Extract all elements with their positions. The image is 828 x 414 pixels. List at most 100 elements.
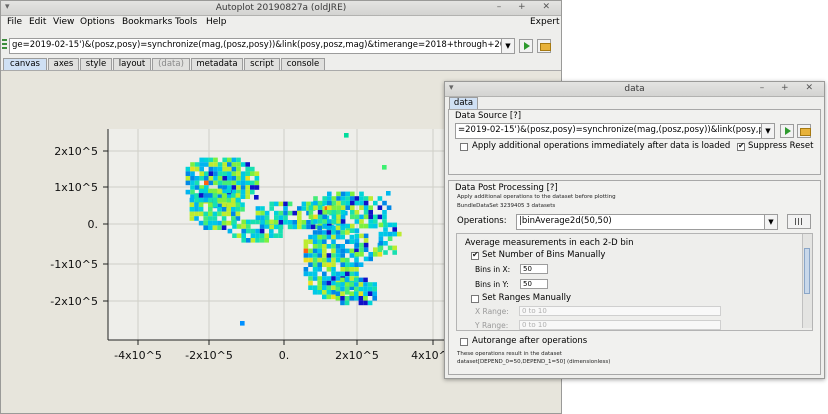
data-go-button[interactable] [780,124,794,138]
data-source-uri: =2019-02-15')&(posz,posy)=synchronize(ma… [458,125,775,135]
apply-operations-checkbox[interactable] [460,143,468,151]
bin-cell [250,180,255,186]
result-line-2: dataset[DEPEND_0=50,DEPEND_1=50] (dimens… [457,359,611,365]
tab-console[interactable]: console [281,58,325,70]
bin-cell [340,267,345,272]
bin-cell [217,207,222,212]
bin-cell [354,242,360,248]
set-ranges-checkbox[interactable] [471,295,479,303]
bin-cell [199,157,204,163]
window-controls[interactable]: – + ✕ [760,83,820,93]
bin-cell [349,248,355,254]
menu-expert[interactable]: Expert [530,17,560,27]
bin-cell [322,200,327,206]
chevron-down-icon[interactable]: ▼ [761,124,774,138]
menu-edit[interactable]: Edit [29,17,46,27]
bin-cell [194,162,200,167]
tab-layout[interactable]: layout [113,58,151,70]
data-source-uri-combo[interactable]: =2019-02-15')&(posz,posy)=synchronize(ma… [455,123,775,139]
post-processing-title[interactable]: Data Post Processing [?] [455,183,558,193]
bin-cell [303,267,309,272]
bin-cell [240,176,246,181]
bin-cell [274,210,279,216]
bin-cell [322,271,327,277]
bin-cell [382,200,387,206]
bin-cell [208,176,214,181]
bin-cell [226,202,231,207]
bin-cell [231,162,237,167]
bin-cell [283,206,288,211]
data-browse-button[interactable] [797,124,811,138]
menu-view[interactable]: View [53,17,74,27]
bin-cell [208,166,214,172]
data-source-title[interactable]: Data Source [?] [455,111,521,121]
bin-cell [217,166,223,172]
operation-options-panel: Average measurements in each 2-D bin Set… [456,233,813,331]
bin-cell [317,262,322,267]
bin-cell [269,228,274,234]
scrollbar-thumb[interactable] [804,248,810,294]
bin-cell [231,176,237,181]
bin-cell [273,233,279,238]
bin-cell [382,214,387,220]
bin-cell [235,197,241,203]
chevron-down-icon[interactable]: ▼ [764,215,777,229]
main-title-bar[interactable]: ▾ Autoplot 20190827a (oldJRE) – + ✕ [1,1,561,16]
bin-cell [372,286,377,292]
data-title-bar[interactable]: ▾ data – + ✕ [445,82,824,97]
uri-combo[interactable]: ge=2019-02-15')&(posz,posy)=synchronize(… [9,38,515,54]
bin-cell [312,239,318,244]
bin-cell [190,176,195,181]
bin-cell [354,262,359,267]
bins-x-input[interactable]: 50 [520,264,548,274]
y-range-input[interactable]: 0 to 10 [519,320,721,330]
bin-cell [236,180,241,186]
window-controls[interactable]: – + ✕ [497,2,557,12]
bin-cell [308,262,313,267]
drag-handle-icon[interactable] [2,39,7,51]
bin-cell [382,210,387,215]
bin-cell [326,225,332,231]
bin-cell [226,211,231,217]
bin-cell [213,166,218,172]
menu-tools[interactable]: Tools [175,17,197,27]
tab-metadata[interactable]: metadata [191,58,243,70]
suppress-reset-checkbox[interactable] [737,141,745,151]
bin-cell [231,207,236,212]
bins-y-input[interactable]: 50 [520,279,548,289]
x-range-input[interactable]: 0 to 10 [519,306,721,316]
menu-options[interactable]: Options [80,17,115,27]
play-icon [524,42,530,50]
bin-cell [331,200,337,206]
menu-help[interactable]: Help [206,17,227,27]
tab-script[interactable]: script [244,58,280,70]
menu-bookmarks[interactable]: Bookmarks [122,17,172,27]
bin-cell [340,277,345,283]
bin-cell [236,176,241,181]
chevron-down-icon[interactable]: ▼ [501,39,514,53]
options-scrollbar[interactable] [802,234,812,328]
bin-cell [326,276,332,281]
bin-cell [190,189,195,195]
tab-canvas[interactable]: canvas [3,58,47,70]
operations-combo[interactable]: |binAverage2d(50,50) ▼ [516,214,778,230]
set-bins-checkbox[interactable] [471,250,479,260]
operations-editor-button[interactable] [787,214,811,229]
tab-data[interactable]: (data) [152,58,190,70]
bin-cell [308,239,313,244]
bin-cell [317,219,323,224]
bin-cell [372,291,377,296]
browse-button[interactable] [537,39,551,53]
bin-cell [340,257,345,263]
plot-go-button[interactable] [519,39,533,53]
bin-cell [236,224,242,229]
x-range-label: X Range: [475,307,509,316]
tab-axes[interactable]: axes [48,58,79,70]
tab-data-dialog[interactable]: data [449,97,478,109]
menu-file[interactable]: File [7,17,22,27]
autorange-checkbox[interactable] [460,338,468,346]
tab-style[interactable]: style [80,58,112,70]
bin-cell [322,253,327,258]
bin-cell [264,224,269,229]
bin-cell [312,234,318,240]
